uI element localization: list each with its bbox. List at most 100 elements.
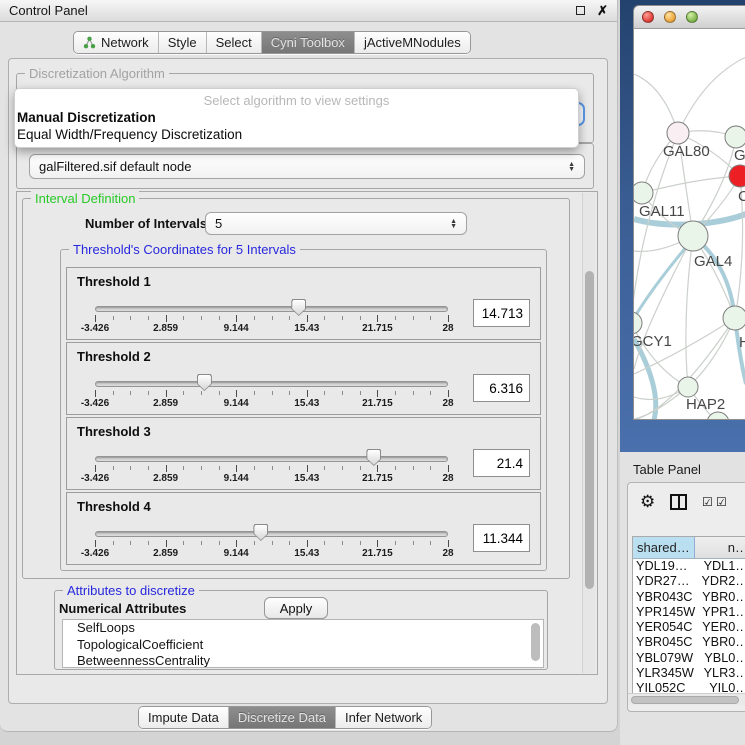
tab-infer-network[interactable]: Infer Network <box>335 707 431 728</box>
cell-name[interactable]: YPR1… <box>695 605 745 620</box>
number-of-intervals-value: 5 <box>215 216 222 231</box>
tab-discretize-data[interactable]: Discretize Data <box>228 707 335 728</box>
slider-thumb[interactable] <box>366 449 381 466</box>
network-canvas[interactable]: GAL80GACGAL11GAL4GCY1HHAP2 <box>634 29 745 420</box>
bottom-tab-bar: Impute Data Discretize DataInfer Network <box>138 706 432 729</box>
cell-name[interactable]: YDL1… <box>697 559 745 574</box>
thresholds-group: Threshold's Coordinates for 5 Intervals … <box>60 249 547 571</box>
attributes-list-scrollbar[interactable] <box>530 621 542 666</box>
cell-name[interactable]: YLR3… <box>697 666 745 681</box>
attribute-list-item[interactable]: SelfLoops <box>63 620 543 637</box>
apply-button[interactable]: Apply <box>264 597 328 619</box>
settings-vertical-scrollbar[interactable] <box>582 193 595 673</box>
slider-track[interactable] <box>95 456 448 462</box>
table-header-row: shared… n… <box>633 537 745 559</box>
threshold-slider[interactable]: -3.4262.8599.14415.4321.71528 <box>95 446 448 486</box>
checkbox-icon[interactable]: ☑ <box>716 495 727 509</box>
network-node-label: HAP2 <box>686 396 725 413</box>
split-columns-icon[interactable] <box>670 494 687 510</box>
algorithm-option-equal-width[interactable]: Equal Width/Frequency Discretization <box>15 126 578 143</box>
attribute-list-item[interactable]: TopologicalCoefficient <box>63 637 543 654</box>
tab-impute-data[interactable]: Impute Data <box>139 707 228 728</box>
table-row[interactable]: YER054CYER0… <box>633 620 745 635</box>
network-node-gal4[interactable] <box>678 221 708 251</box>
network-node-ga[interactable] <box>725 126 745 148</box>
table-panel-region: Table Panel ⚙ ☑ ☑ shared… n… YDL19…YDL1…… <box>620 452 745 745</box>
cell-shared-name[interactable]: YLR345W <box>633 666 697 681</box>
tab-label: jActiveMNodules <box>364 35 461 50</box>
table-data-combobox[interactable]: galFiltered.sif default node ▲▼ <box>29 154 585 179</box>
cell-shared-name[interactable]: YPR145W <box>633 605 695 620</box>
threshold-value-field[interactable]: 6.316 <box>473 374 530 402</box>
minimize-traffic-light[interactable] <box>664 11 676 23</box>
cell-name[interactable]: YDR2… <box>694 574 745 589</box>
slider-track[interactable] <box>95 381 448 387</box>
cell-name[interactable]: YER0… <box>695 620 745 635</box>
network-node-gcy1[interactable] <box>634 312 642 334</box>
window-title: Control Panel <box>9 3 576 18</box>
table-row[interactable]: YDL19…YDL1… <box>633 559 745 574</box>
cell-shared-name[interactable]: YBL079W <box>633 651 697 666</box>
column-header-name[interactable]: n… <box>695 537 745 558</box>
threshold-label: Threshold 3 <box>77 424 151 439</box>
tab-style[interactable]: Style <box>158 32 206 53</box>
algorithm-option-manual[interactable]: Manual Discretization <box>15 109 578 126</box>
cell-shared-name[interactable]: YDL19… <box>633 559 697 574</box>
close-icon[interactable]: ✗ <box>597 3 608 19</box>
cell-name[interactable]: YBL0… <box>697 651 745 666</box>
float-window-icon[interactable] <box>576 2 597 20</box>
network-node-hap2[interactable] <box>678 377 698 397</box>
network-node-gal80[interactable] <box>667 122 689 144</box>
cell-shared-name[interactable]: YER054C <box>633 620 695 635</box>
slider-thumb[interactable] <box>291 299 306 316</box>
slider-ticks <box>95 540 448 548</box>
slider-thumb[interactable] <box>253 524 268 541</box>
network-node-label: C <box>738 188 745 205</box>
slider-track[interactable] <box>95 531 448 537</box>
table-row[interactable]: YLR345WYLR3… <box>633 666 745 681</box>
tab-network[interactable]: Network <box>74 32 158 53</box>
table-toolbar: ⚙ ☑ ☑ <box>628 483 745 525</box>
threshold-value-field[interactable]: 21.4 <box>473 449 530 477</box>
gear-icon[interactable]: ⚙ <box>640 492 655 512</box>
network-node-gal11[interactable] <box>634 182 653 204</box>
tab-label: Impute Data <box>148 710 219 725</box>
tick-label: -3.426 <box>81 398 109 409</box>
node-table: shared… n… YDL19…YDL1…YDR27…YDR2…YBR043C… <box>632 536 745 694</box>
tick-label: 9.144 <box>224 473 249 484</box>
cell-shared-name[interactable]: YDR27… <box>633 574 694 589</box>
table-horizontal-scrollbar[interactable] <box>628 693 745 705</box>
attribute-list-item[interactable]: BetweennessCentrality <box>63 653 543 668</box>
table-row[interactable]: YPR145WYPR1… <box>633 605 745 620</box>
tick-label: 9.144 <box>224 398 249 409</box>
threshold-slider[interactable]: -3.4262.8599.14415.4321.71528 <box>95 371 448 411</box>
slider-thumb[interactable] <box>197 374 212 391</box>
checkbox-icon[interactable]: ☑ <box>702 495 713 509</box>
tab-jactivemnodules[interactable]: jActiveMNodules <box>354 32 470 53</box>
threshold-value-field[interactable]: 14.713 <box>473 299 530 327</box>
table-row[interactable]: YBR043CYBR0… <box>633 590 745 605</box>
tick-label: 2.859 <box>153 323 178 334</box>
cell-shared-name[interactable]: YBR043C <box>633 590 695 605</box>
column-header-shared-name[interactable]: shared… <box>633 537 695 558</box>
slider-ticks <box>95 315 448 323</box>
zoom-traffic-light[interactable] <box>686 11 698 23</box>
threshold-slider[interactable]: -3.4262.8599.14415.4321.71528 <box>95 521 448 561</box>
threshold-value-field[interactable]: 11.344 <box>473 524 530 552</box>
network-node[interactable] <box>707 412 729 420</box>
cell-name[interactable]: YBR0… <box>695 590 745 605</box>
table-row[interactable]: YBR045CYBR0… <box>633 635 745 650</box>
close-traffic-light[interactable] <box>642 11 654 23</box>
tab-select[interactable]: Select <box>206 32 261 53</box>
table-row[interactable]: YDR27…YDR2… <box>633 574 745 589</box>
cell-shared-name[interactable]: YBR045C <box>633 635 695 650</box>
tick-label: 2.859 <box>153 398 178 409</box>
slider-track[interactable] <box>95 306 448 312</box>
network-node-h[interactable] <box>723 306 745 330</box>
cell-name[interactable]: YBR0… <box>695 635 745 650</box>
number-of-intervals-combobox[interactable]: 5 ▲▼ <box>205 212 467 235</box>
table-row[interactable]: YBL079WYBL0… <box>633 651 745 666</box>
tick-label: 9.144 <box>224 548 249 559</box>
threshold-slider[interactable]: -3.4262.8599.14415.4321.71528 <box>95 296 448 336</box>
tab-cyni-toolbox[interactable]: Cyni Toolbox <box>261 32 354 53</box>
